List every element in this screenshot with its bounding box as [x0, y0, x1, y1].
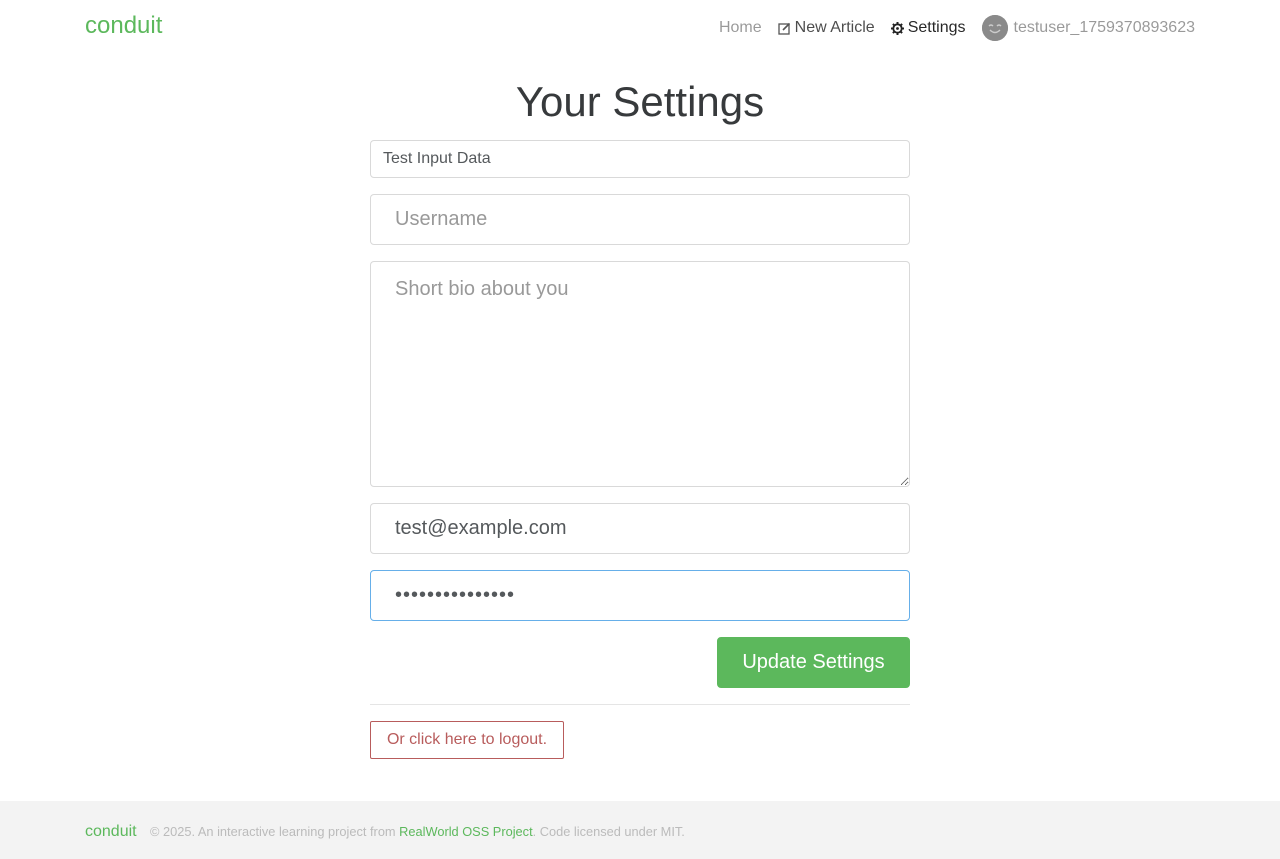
footer-brand-logo[interactable]: conduit [85, 822, 137, 842]
password-input[interactable] [370, 570, 910, 621]
email-input[interactable] [370, 503, 910, 554]
footer-text-suffix: . Code licensed under MIT. [532, 824, 685, 839]
nav-username-label: testuser_1759370893623 [1013, 19, 1196, 36]
nav-settings-link[interactable]: Settings [890, 16, 966, 40]
nav-new-article-label: New Article [794, 19, 875, 36]
footer: conduit © 2025. An interactive learning … [0, 801, 1280, 859]
footer-realworld-link[interactable]: RealWorld OSS Project [399, 824, 532, 839]
avatar [981, 15, 1008, 41]
edit-icon [778, 22, 791, 35]
brand-logo[interactable]: conduit [85, 12, 162, 40]
nav-settings-label: Settings [907, 19, 966, 36]
footer-attribution: © 2025. An interactive learning project … [150, 824, 685, 840]
navbar: conduit Home New Article Settings testus… [0, 0, 1280, 56]
smiley-avatar-icon [981, 15, 1008, 41]
divider [370, 704, 910, 705]
nav-home-label: Home [718, 19, 762, 36]
nav-home-link[interactable]: Home [719, 16, 762, 40]
nav-profile-link[interactable]: testuser_1759370893623 [981, 15, 1196, 41]
gear-icon [890, 21, 904, 35]
profile-image-url-input[interactable] [370, 140, 910, 178]
username-input[interactable] [370, 194, 910, 245]
logout-button[interactable]: Or click here to logout. [370, 721, 564, 759]
page-title: Your Settings [515, 78, 765, 125]
update-settings-button[interactable]: Update Settings [717, 637, 910, 688]
footer-text-prefix: © 2025. An interactive learning project … [150, 824, 400, 839]
nav-links: Home New Article Settings testuser_17593… [703, 15, 1196, 41]
bio-textarea[interactable] [370, 261, 910, 487]
nav-new-article-link[interactable]: New Article [778, 16, 875, 40]
